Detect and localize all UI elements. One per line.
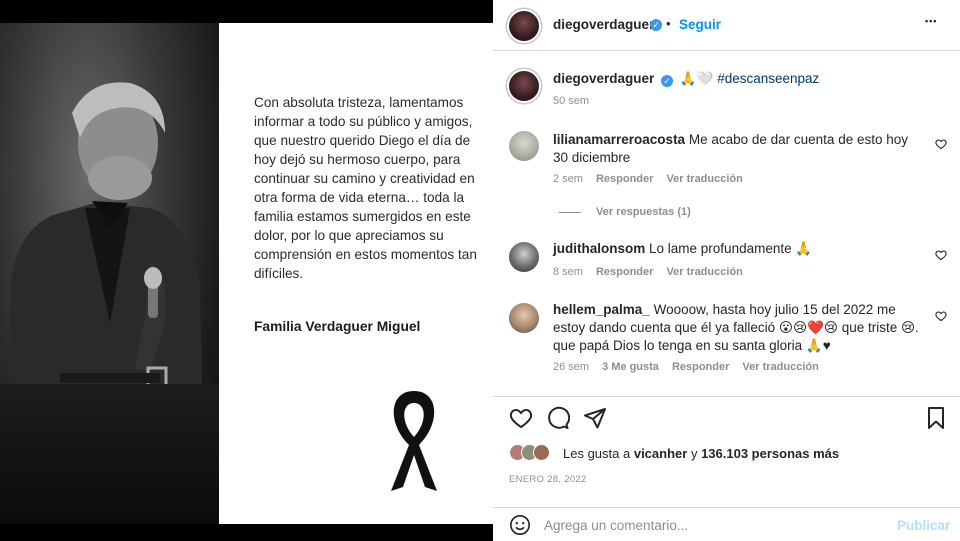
comment-text: judithalonsom Lo lame profundamente 🙏 [553,241,813,256]
reply-button[interactable]: Responder [596,173,653,185]
post-side-panel: diegoverdaguer ✓ • Seguir ••• diegoverda… [493,0,960,541]
comment-likes[interactable]: 3 Me gusta [602,361,659,373]
avatar[interactable] [509,11,539,41]
like-comment-heart-icon[interactable] [935,249,947,261]
verified-icon: ✓ [661,75,674,87]
tribute-message: Con absoluta tristeza, lamentamos inform… [254,95,477,281]
comment-meta: 26 sem 3 Me gusta Responder Ver traducción [553,361,819,373]
like-comment-heart-icon[interactable] [935,138,947,150]
more-options-icon[interactable]: ••• [925,16,937,26]
caption-time: 50 sem [553,95,590,107]
separator: • [666,16,671,31]
bookmark-save-icon[interactable] [924,406,948,430]
comment-text: hellem_palma_ Woooow, hasta hoy julio 15… [553,302,919,353]
like-heart-icon[interactable] [509,406,533,430]
comment-text: lilianamarreroacosta Me acabo de dar cue… [553,132,908,165]
avatar[interactable] [509,131,539,161]
comment-username[interactable]: lilianamarreroacosta [553,132,685,147]
comment-meta: 8 sem Responder Ver traducción [553,266,743,278]
comment-meta: 2 sem Responder Ver traducción [553,173,743,185]
like-comment-heart-icon[interactable] [935,310,947,322]
hashtag-link[interactable]: #descanseenpaz [717,71,819,86]
mourning-ribbon-icon [391,391,437,491]
translate-button[interactable]: Ver traducción [666,173,742,185]
replies-divider [559,212,581,213]
liker-avatar [533,444,550,461]
comment-input[interactable] [544,518,884,533]
comments-section[interactable]: diegoverdaguer ✓ 🙏🤍 #descanseenpaz 50 se… [493,52,960,395]
header-username[interactable]: diegoverdaguer [553,17,654,32]
avatar[interactable] [509,242,539,272]
reply-button[interactable]: Responder [596,266,653,278]
add-comment-bar: Publicar [493,507,960,541]
verified-icon: ✓ [650,19,662,31]
tribute-card: Con absoluta tristeza, lamentamos inform… [219,23,493,524]
tribute-signature: Familia Verdaguer Miguel [254,319,421,334]
emoji-icon[interactable] [509,514,531,536]
post-header: diegoverdaguer ✓ • Seguir ••• [493,0,960,51]
reply-button[interactable]: Responder [672,361,729,373]
translate-button[interactable]: Ver traducción [666,266,742,278]
comment-username[interactable]: hellem_palma_ [553,302,650,317]
follow-button[interactable]: Seguir [679,17,721,32]
singer-photo [0,23,219,524]
post-actions: Les gusta a vicanher y 136.103 personas … [493,396,960,541]
post-date: ENERO 28, 2022 [509,474,587,485]
avatar[interactable] [509,71,539,101]
likes-summary[interactable]: Les gusta a vicanher y 136.103 personas … [563,446,839,461]
avatar[interactable] [509,303,539,333]
view-replies-button[interactable]: Ver respuestas (1) [596,206,691,218]
caption: diegoverdaguer ✓ 🙏🤍 #descanseenpaz [553,70,933,88]
liker-username[interactable]: vicanher [634,446,687,461]
share-send-icon[interactable] [583,406,607,430]
comment-bubble-icon[interactable] [546,406,570,430]
comment-username[interactable]: judithalonsom [553,241,645,256]
caption-emoji: 🙏🤍 [679,71,714,86]
caption-username[interactable]: diegoverdaguer [553,71,654,86]
publish-button[interactable]: Publicar [897,518,950,533]
instagram-post-viewer: Con absoluta tristeza, lamentamos inform… [0,0,960,541]
likes-count[interactable]: 136.103 personas más [701,446,839,461]
post-image[interactable]: Con absoluta tristeza, lamentamos inform… [0,23,493,524]
translate-button[interactable]: Ver traducción [742,361,818,373]
